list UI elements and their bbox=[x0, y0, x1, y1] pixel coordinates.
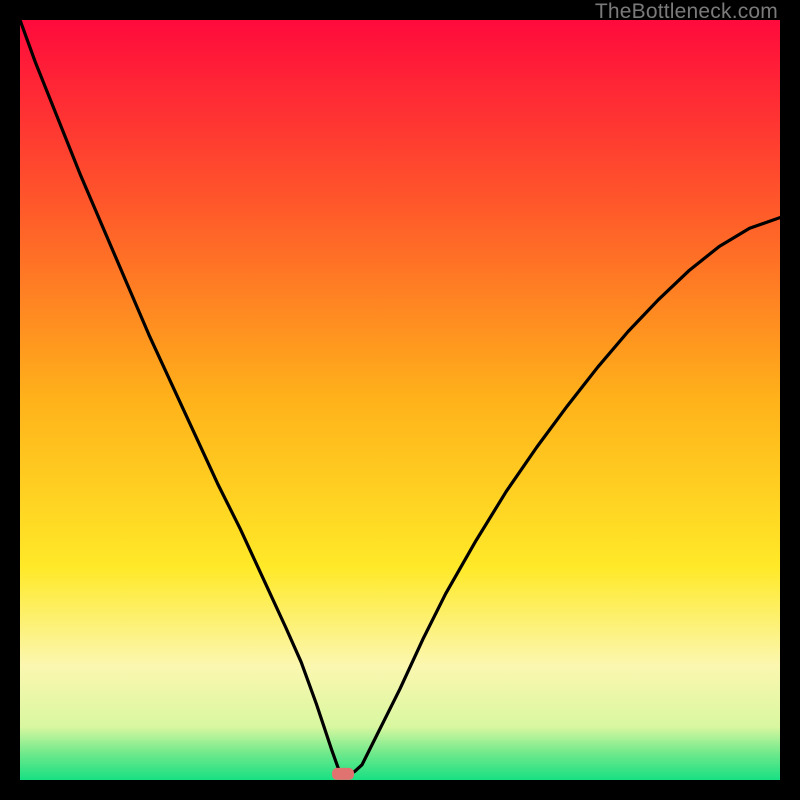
bottleneck-chart bbox=[20, 20, 780, 780]
optimal-marker bbox=[332, 768, 354, 780]
gradient-background bbox=[20, 20, 780, 780]
chart-frame bbox=[20, 20, 780, 780]
